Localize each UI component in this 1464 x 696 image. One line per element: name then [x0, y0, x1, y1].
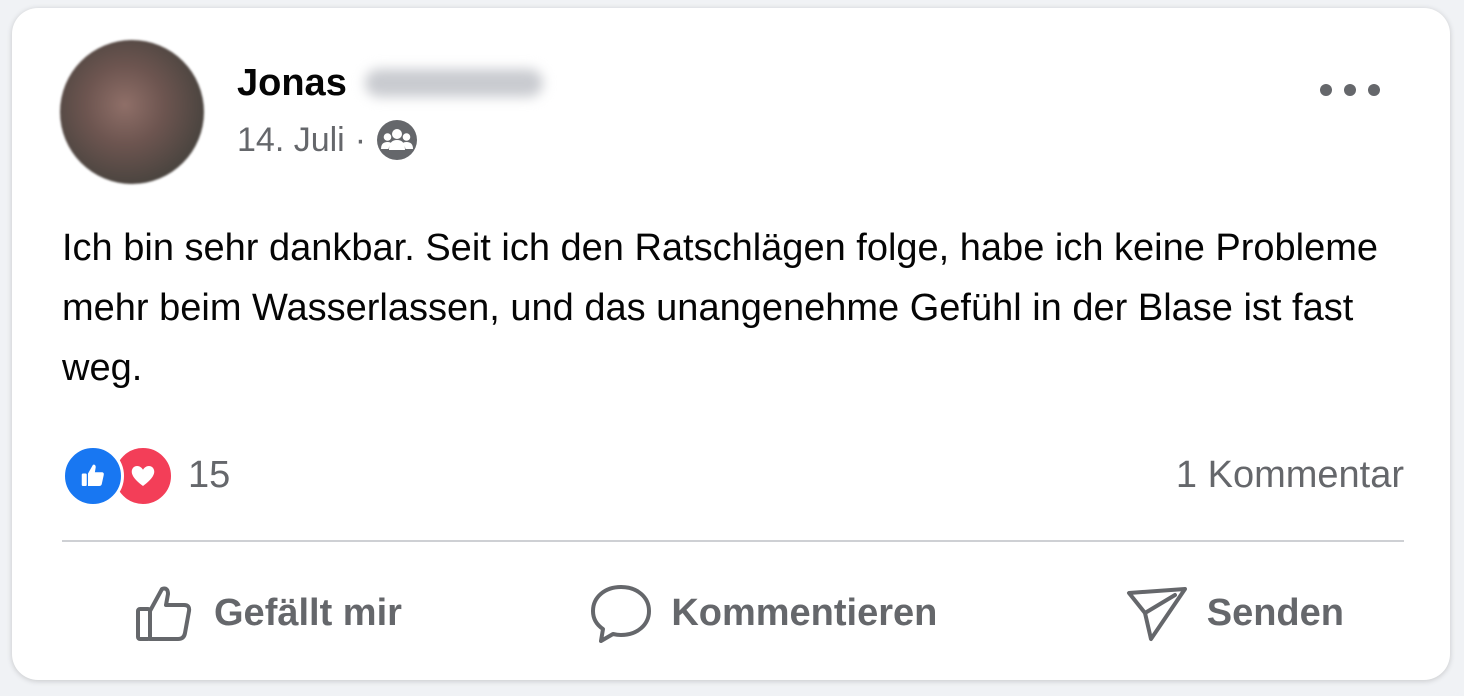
send-icon — [1126, 587, 1187, 641]
more-dot-icon — [1344, 84, 1356, 96]
author-row: Jonas — [237, 60, 543, 106]
author-name[interactable]: Jonas — [237, 62, 347, 105]
meta-separator: · — [354, 120, 367, 159]
more-dot-icon — [1320, 84, 1332, 96]
reaction-count[interactable]: 15 — [188, 454, 230, 497]
send-button[interactable]: Senden — [1125, 568, 1344, 658]
post-card: Jonas 14. Juli · Ich bin sehr dankbar. S… — [12, 8, 1450, 680]
thumbs-up-icon — [136, 586, 192, 641]
like-button-label: Gefällt mir — [214, 591, 402, 634]
comment-button[interactable]: Kommentieren — [589, 568, 937, 658]
more-options-button[interactable] — [1320, 78, 1380, 102]
divider — [62, 540, 1404, 542]
post-meta: 14. Juli · — [237, 120, 418, 160]
post-text: Ich bin sehr dankbar. Seit ich den Ratsc… — [62, 227, 1379, 389]
post-date[interactable]: 14. Juli — [237, 121, 345, 160]
like-reaction-icon — [62, 445, 124, 507]
like-button[interactable]: Gefällt mir — [132, 568, 402, 658]
blurred-surname — [364, 69, 543, 97]
send-button-label: Senden — [1206, 591, 1344, 634]
friends-group-icon[interactable] — [376, 119, 418, 161]
action-bar: Gefällt mir Kommentieren Senden — [62, 568, 1404, 658]
comment-button-label: Kommentieren — [671, 591, 938, 634]
comment-count-link[interactable]: 1 Kommentar — [1176, 454, 1404, 497]
speech-bubble-icon — [591, 585, 652, 643]
avatar[interactable] — [60, 40, 204, 184]
reaction-icons[interactable] — [62, 445, 174, 507]
more-dot-icon — [1368, 84, 1380, 96]
reactions-summary: 15 1 Kommentar — [62, 445, 1404, 507]
